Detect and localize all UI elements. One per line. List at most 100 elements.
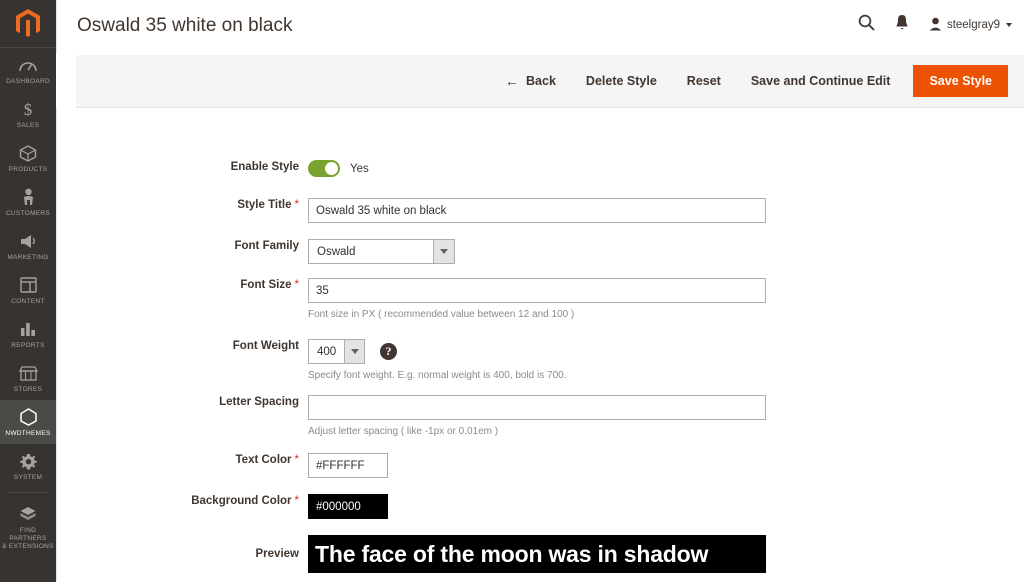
back-button-label: Back (526, 74, 556, 88)
field-font-weight: Font Weight 400 ? Specify font weight. E… (57, 339, 1024, 382)
sidebar-item-label: Find Partners & Extensions (2, 527, 54, 550)
enable-style-toggle[interactable] (308, 160, 340, 177)
sidebar-item-system[interactable]: System (0, 444, 56, 488)
font-family-value: Oswald (317, 245, 356, 258)
font-size-label: Font Size * (57, 278, 308, 292)
sidebar-divider (8, 492, 48, 493)
question-mark-icon[interactable]: ? (380, 343, 397, 360)
magento-logo[interactable] (0, 0, 56, 48)
font-size-note: Font size in PX ( recommended value betw… (308, 309, 575, 320)
font-weight-dropdown-button[interactable] (344, 340, 364, 363)
bell-icon[interactable] (895, 14, 909, 36)
required-marker: * (294, 454, 299, 466)
user-avatar-icon (929, 17, 942, 34)
save-style-label: Save Style (929, 74, 992, 88)
reset-label: Reset (686, 74, 721, 88)
person-icon (17, 187, 39, 207)
user-menu[interactable]: steelgray9 (929, 17, 1012, 34)
enable-style-control: Yes (308, 160, 1024, 177)
sidebar-item-content[interactable]: Content (0, 268, 56, 312)
chevron-down-icon (1006, 23, 1012, 27)
field-letter-spacing: Letter Spacing Adjust letter spacing ( l… (57, 395, 1024, 438)
field-preview: Preview The face of the moon was in shad… (57, 535, 1024, 573)
background-color-label-text: Background Color (191, 495, 292, 507)
sidebar-item-sales[interactable]: $ Sales (0, 92, 56, 136)
field-text-color: Text Color * (57, 453, 1024, 478)
sidebar-item-label: Content (11, 298, 45, 305)
required-marker: * (294, 495, 299, 507)
sidebar-item-marketing[interactable]: Marketing (0, 224, 56, 268)
chevron-down-icon (440, 249, 448, 254)
font-weight-select[interactable]: 400 (308, 339, 365, 364)
letter-spacing-note: Adjust letter spacing ( like -1px or 0.0… (308, 426, 499, 437)
required-marker: * (294, 279, 299, 291)
letter-spacing-label: Letter Spacing (219, 396, 299, 408)
back-button[interactable]: ← Back (490, 67, 571, 95)
page-header: Oswald 35 white on black steelgray9 (56, 0, 1024, 54)
font-weight-value: 400 (317, 345, 337, 358)
field-enable-style: Enable Style Yes (57, 160, 1024, 177)
save-and-continue-button[interactable]: Save and Continue Edit (736, 67, 906, 95)
sidebar-item-customers[interactable]: Customers (0, 180, 56, 224)
text-color-label-text: Text Color (235, 454, 292, 466)
font-family-label: Font Family (234, 240, 299, 252)
style-form: Enable Style Yes Style Title* Font Famil… (56, 108, 1024, 582)
delete-style-button[interactable]: Delete Style (571, 67, 672, 95)
search-icon[interactable] (858, 14, 875, 36)
preview-label: Preview (255, 548, 299, 560)
arrow-left-icon: ← (505, 73, 520, 89)
sidebar-item-find-partners[interactable]: Find Partners & Extensions (0, 497, 56, 557)
style-title-label: Style Title * (57, 198, 308, 212)
font-family-select[interactable]: Oswald (308, 239, 455, 264)
font-weight-note: Specify font weight. E.g. normal weight … (308, 370, 567, 381)
sidebar-item-label: NWDTHEMES (5, 430, 51, 437)
field-style-title: Style Title * (57, 198, 1024, 223)
gear-icon (17, 451, 39, 471)
enable-style-value: Yes (350, 162, 369, 175)
svg-text:$: $ (24, 100, 33, 118)
save-style-button[interactable]: Save Style (913, 65, 1008, 97)
reset-button[interactable]: Reset (672, 67, 736, 95)
sidebar-item-label: Sales (16, 122, 40, 129)
magento-logo-icon (16, 9, 40, 37)
sidebar-item-label: Customers (5, 210, 51, 217)
sidebar-item-label: Dashboard (6, 78, 50, 85)
megaphone-icon (17, 231, 39, 251)
save-and-continue-label: Save and Continue Edit (750, 74, 891, 88)
sidebar-item-products[interactable]: Products (0, 136, 56, 180)
sidebar-item-label: Stores (13, 386, 43, 393)
bar-chart-icon (17, 319, 39, 339)
text-color-label: Text Color * (57, 453, 308, 467)
sidebar-item-nwdthemes[interactable]: NWDTHEMES (0, 400, 56, 444)
required-marker: * (294, 199, 299, 211)
enable-style-label: Enable Style (230, 161, 299, 173)
letter-spacing-input[interactable] (308, 395, 766, 420)
user-name: steelgray9 (946, 19, 1000, 31)
sidebar-item-label: Marketing (7, 254, 49, 261)
sidebar-item-reports[interactable]: Reports (0, 312, 56, 356)
sidebar-item-stores[interactable]: Stores (0, 356, 56, 400)
header-actions: steelgray9 (858, 14, 1012, 36)
font-size-input[interactable] (308, 278, 766, 303)
background-color-input[interactable] (308, 494, 388, 519)
page-actions-toolbar: ← Back Delete Style Reset Save and Conti… (76, 55, 1024, 108)
field-font-size: Font Size* Font size in PX ( recommended… (57, 278, 1024, 321)
font-size-label-text: Font Size (240, 279, 292, 291)
style-title-label-text: Style Title (237, 199, 292, 211)
field-font-family: Font Family Oswald (57, 239, 1024, 264)
box-icon (17, 143, 39, 163)
storefront-icon (17, 363, 39, 383)
hexagon-icon (17, 407, 39, 427)
font-weight-label: Font Weight (232, 340, 299, 352)
sidebar-item-label: System (13, 474, 43, 481)
delete-style-label: Delete Style (585, 74, 657, 88)
dollar-icon: $ (17, 99, 39, 119)
page-title: Oswald 35 white on black (77, 15, 293, 36)
chevron-down-icon (350, 349, 359, 354)
text-color-input[interactable] (308, 453, 388, 478)
field-background-color: Background Color * (57, 494, 1024, 519)
style-title-input[interactable] (308, 198, 766, 223)
font-family-dropdown-button[interactable] (433, 240, 454, 263)
sidebar-item-dashboard[interactable]: Dashboard (0, 48, 56, 92)
sidebar: Dashboard $ Sales Products Customers Mar… (0, 0, 56, 582)
